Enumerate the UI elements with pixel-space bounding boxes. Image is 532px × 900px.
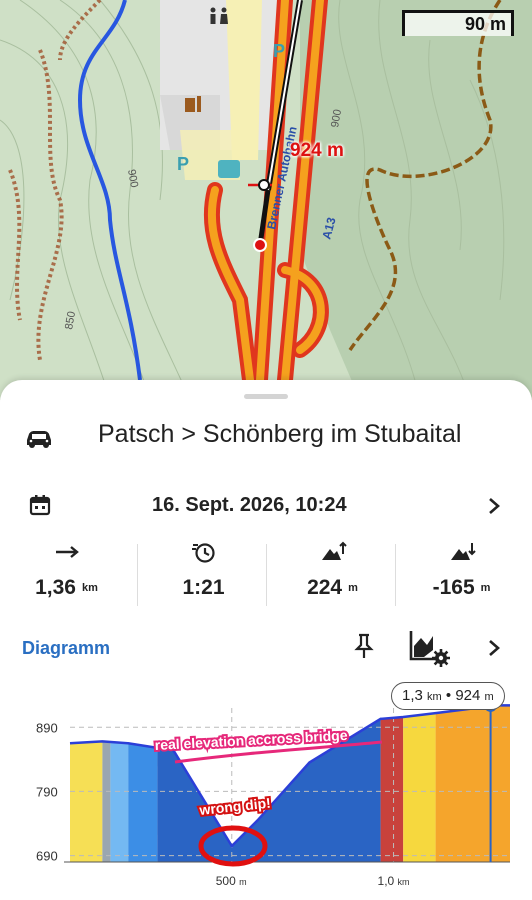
route-title: Patsch > Schönberg im Stubaital	[98, 420, 462, 448]
y-tick-label: 790	[36, 784, 58, 799]
y-tick-label: 690	[36, 849, 58, 864]
profile-segment	[403, 713, 436, 862]
duration-icon	[191, 543, 215, 563]
car-icon	[27, 431, 51, 448]
stat-value: 1:21	[182, 576, 225, 599]
drag-handle[interactable]	[244, 394, 288, 399]
stat-unit: km	[81, 582, 98, 594]
chevron-right-icon[interactable]	[484, 496, 504, 516]
profile-segment	[435, 705, 510, 862]
distance-marker-label: 924 m	[290, 140, 344, 161]
stat-distance: 1,36 km	[0, 540, 133, 606]
stat-value: -165	[432, 576, 475, 599]
elevation-profile-chart[interactable]: 890 790 690 500 m 1,0 km real elevation accro…	[0, 680, 532, 900]
tooltip-distance: 1,3	[402, 687, 423, 704]
parking-icon: P	[273, 41, 285, 61]
elevation-tooltip: 1,3 km • 924 m	[391, 682, 505, 710]
tooltip-elevation-unit: m	[484, 691, 494, 703]
stat-value: 1,36	[35, 576, 76, 599]
diagram-tab[interactable]: Diagramm	[22, 638, 110, 659]
departure-datetime: 16. Sept. 2026, 10:24	[152, 494, 347, 516]
x-tick-label: 1,0 km	[378, 874, 410, 888]
annotation-bridge: real elevation accross bridge	[154, 727, 348, 753]
route-stats: 1,36 km 1:21 224 m -165 m	[0, 540, 532, 606]
distance-icon	[55, 546, 79, 558]
stat-ascent: 224 m	[266, 540, 399, 606]
tooltip-elevation: 924	[455, 687, 481, 704]
tooltip-separator: •	[445, 687, 452, 704]
scale-label: 90 m	[464, 14, 506, 34]
calendar-icon	[29, 495, 51, 516]
profile-segment	[102, 741, 111, 862]
tooltip-distance-unit: km	[427, 691, 442, 703]
route-sheet: Patsch > Schönberg im Stubaital 16. Sept…	[0, 380, 532, 900]
stat-duration: 1:21	[137, 540, 270, 606]
descent-icon	[450, 543, 476, 560]
diagram-header: Diagramm	[0, 628, 532, 668]
pin-icon[interactable]	[352, 632, 376, 660]
stat-value: 224	[307, 576, 343, 599]
profile-segment	[128, 743, 158, 862]
ascent-icon	[321, 541, 347, 560]
annotation-dip: wrong dip!	[198, 795, 272, 818]
scale-bar: 90 m	[402, 10, 514, 36]
map-view[interactable]: Brenner Autobahn A13 900 900 850 P P	[0, 0, 532, 400]
fuel-icon	[218, 160, 240, 178]
profile-segment	[380, 717, 404, 862]
profile-segment	[70, 741, 103, 862]
restaurant-icon	[185, 96, 201, 112]
profile-segment	[110, 742, 129, 862]
route-title-row: Patsch > Schönberg im Stubaital	[0, 418, 532, 458]
chevron-right-icon[interactable]	[484, 638, 504, 658]
x-tick-label: 500 m	[216, 874, 247, 888]
departure-row[interactable]: 16. Sept. 2026, 10:24	[0, 488, 532, 524]
y-tick-label: 890	[36, 720, 58, 735]
chart-settings-icon[interactable]	[408, 628, 452, 668]
stat-unit: m	[480, 582, 491, 594]
stat-descent: -165 m	[395, 540, 528, 606]
parking-icon: P	[177, 154, 189, 174]
stat-unit: m	[348, 582, 358, 594]
